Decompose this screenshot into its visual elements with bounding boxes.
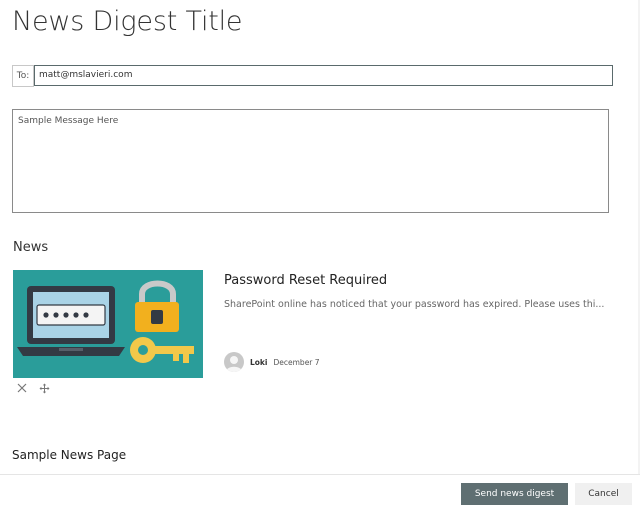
news-card-image[interactable] bbox=[13, 270, 203, 378]
news-card-tools bbox=[16, 382, 50, 394]
move-icon[interactable] bbox=[38, 382, 50, 394]
send-news-digest-button[interactable]: Send news digest bbox=[461, 483, 568, 505]
message-textarea[interactable]: Sample Message Here bbox=[12, 109, 609, 213]
cancel-button[interactable]: Cancel bbox=[575, 483, 632, 505]
author-row: Loki December 7 bbox=[224, 352, 320, 372]
avatar bbox=[224, 352, 244, 372]
article-description: SharePoint online has noticed that your … bbox=[224, 299, 605, 310]
page-title: News Digest Title bbox=[12, 6, 243, 37]
author-name: Loki bbox=[250, 357, 268, 367]
to-label: To: bbox=[12, 65, 34, 87]
laptop-password-lock-key-illustration bbox=[17, 280, 194, 363]
to-input[interactable]: matt@mslavieri.com bbox=[34, 65, 613, 86]
article-title[interactable]: Password Reset Required bbox=[224, 273, 387, 288]
close-icon[interactable] bbox=[16, 382, 28, 394]
to-row: To: matt@mslavieri.com bbox=[12, 65, 613, 87]
news-section-heading: News bbox=[13, 240, 49, 255]
article-date: December 7 bbox=[273, 357, 320, 367]
sample-news-page-title: Sample News Page bbox=[12, 448, 127, 462]
